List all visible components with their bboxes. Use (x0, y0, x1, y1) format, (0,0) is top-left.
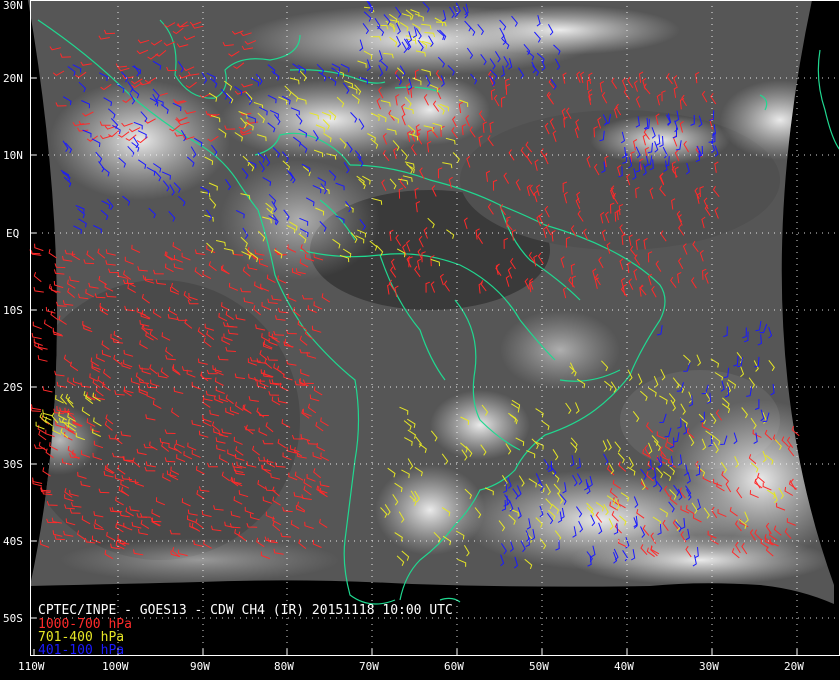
lon-label-30w: 30W (699, 660, 719, 673)
lon-label-70w: 70W (359, 660, 379, 673)
lat-label-30n: 30N (3, 0, 23, 12)
map-caption-title: CPTEC/INPE - GOES13 - CDW CH4 (IR) 20151… (38, 603, 453, 618)
lon-label-60w: 60W (444, 660, 464, 673)
lat-label-eq: EQ (6, 227, 19, 240)
lat-label-30s: 30S (3, 458, 23, 471)
lon-label-80w: 80W (274, 660, 294, 673)
lon-label-50w: 50W (529, 660, 549, 673)
lon-label-100w: 100W (102, 660, 129, 673)
lon-label-20w: 20W (784, 660, 804, 673)
lat-label-10n: 10N (3, 149, 23, 162)
lon-label-90w: 90W (190, 660, 210, 673)
lat-label-50s: 50S (3, 612, 23, 625)
lat-label-40s: 40S (3, 535, 23, 548)
lon-label-110w: 110W (18, 660, 45, 673)
lat-label-20s: 20S (3, 381, 23, 394)
lat-label-20n: 20N (3, 72, 23, 85)
satellite-wind-map: 30N 20N 10N EQ 10S 20S 30S 40S 50S 110W … (0, 0, 840, 680)
legend-high-level: 401-100 hPa (38, 643, 125, 658)
lon-label-40w: 40W (614, 660, 634, 673)
lat-label-10s: 10S (3, 304, 23, 317)
